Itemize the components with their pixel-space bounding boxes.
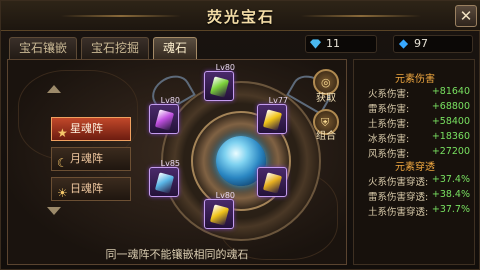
inlay-hint: 同一魂阵不能镶嵌相同的魂石	[105, 248, 249, 261]
soul-array-sun[interactable]: ☀ 日魂阵	[51, 177, 131, 201]
sun-icon: ☀	[57, 186, 68, 200]
stat-value: +18360	[431, 131, 470, 142]
tab-bar: 宝石镶嵌 宝石挖掘 魂石	[9, 37, 198, 59]
tab-gem-dig[interactable]: 宝石挖掘	[81, 37, 150, 59]
gem-window: 荧光宝石 ✕ 宝石镶嵌 宝石挖掘 魂石 11 97 ★ 星魂阵 ☾ 月魂阵 ☀ …	[0, 0, 480, 270]
gem-slot-bottom[interactable]: Lv80	[204, 191, 235, 229]
diamond-value: 11	[326, 37, 340, 50]
stat-row: 土系伤害穿透: +37.7%	[368, 204, 474, 218]
moon-icon: ☾	[57, 156, 68, 170]
stat-value: +38.4%	[431, 189, 470, 200]
tab-soul-stone[interactable]: 魂石	[153, 37, 198, 59]
slot-level: Lv85	[160, 159, 180, 168]
soul-array-label: 日魂阵	[70, 182, 103, 195]
crystal-counter: 97	[393, 35, 473, 53]
soul-array-label: 星魂阵	[70, 122, 103, 135]
stat-name: 雷系伤害:	[368, 104, 410, 115]
soul-array-label: 月魂阵	[70, 152, 103, 165]
soul-array-star[interactable]: ★ 星魂阵	[51, 117, 131, 141]
target-icon: ◎	[321, 76, 331, 89]
stat-value: +81640	[431, 86, 470, 97]
crystal-value: 97	[414, 37, 428, 50]
soul-array-moon[interactable]: ☾ 月魂阵	[51, 147, 131, 171]
stats-panel: 元素伤害 火系伤害: +81640 雷系伤害: +68800 土系伤害: +58400…	[353, 59, 475, 265]
soul-gem-icon	[209, 76, 230, 98]
gem-slot-lower-left[interactable]: Lv85	[149, 159, 180, 197]
close-button[interactable]: ✕	[455, 5, 477, 27]
stat-row: 土系伤害: +58400	[368, 116, 474, 130]
damage-section-title: 元素伤害	[395, 74, 435, 85]
soul-gem-icon	[154, 172, 175, 194]
gem-slot-upper-right[interactable]: Lv77	[257, 96, 288, 134]
gem-slot-upper-left[interactable]: Lv80	[149, 96, 180, 134]
pierce-section-title: 元素穿透	[395, 162, 435, 173]
scroll-down-arrow[interactable]	[47, 207, 61, 215]
tab-gem-inlay[interactable]: 宝石镶嵌	[9, 37, 78, 59]
scroll-up-arrow[interactable]	[47, 85, 61, 93]
stat-value: +37.4%	[431, 174, 470, 185]
soul-gem-icon	[262, 109, 283, 131]
slot-level: Lv80	[215, 63, 235, 72]
stat-name: 土系伤害穿透:	[368, 207, 429, 218]
blue-crystal-icon	[398, 39, 409, 49]
acquire-label: 获取	[316, 93, 336, 104]
stat-value: +58400	[431, 116, 470, 127]
combine-label: 组合	[316, 131, 336, 142]
blue-diamond-icon	[310, 39, 321, 49]
slot-level: Lv80	[160, 96, 180, 105]
slot-level: Lv80	[215, 191, 235, 200]
soul-gem-icon	[154, 109, 175, 131]
gem-slot-top[interactable]: Lv80	[204, 63, 235, 101]
stat-value: +27200	[431, 146, 470, 157]
stat-row: 雷系伤害穿透: +38.4%	[368, 189, 474, 203]
stat-value: +68800	[431, 101, 470, 112]
diamond-counter: 11	[305, 35, 377, 53]
stat-name: 土系伤害:	[368, 119, 410, 130]
stat-row: 雷系伤害: +68800	[368, 101, 474, 115]
stat-name: 雷系伤害穿透:	[368, 192, 429, 203]
star-icon: ★	[57, 126, 68, 140]
title-bar: 荧光宝石 ✕	[1, 1, 480, 31]
stat-name: 火系伤害穿透:	[368, 177, 429, 188]
gem-slot-lower-right[interactable]	[257, 167, 287, 197]
window-title: 荧光宝石	[206, 8, 275, 26]
stat-name: 冰系伤害:	[368, 134, 410, 145]
stat-row: 火系伤害穿透: +37.4%	[368, 174, 474, 188]
stat-name: 火系伤害:	[368, 89, 410, 100]
stat-row: 火系伤害: +81640	[368, 86, 474, 100]
soul-gem-icon	[262, 172, 283, 194]
stat-value: +37.7%	[431, 204, 470, 215]
soul-gem-icon	[209, 204, 230, 226]
slot-level: Lv77	[268, 96, 288, 105]
stat-row: 冰系伤害: +18360	[368, 131, 474, 145]
